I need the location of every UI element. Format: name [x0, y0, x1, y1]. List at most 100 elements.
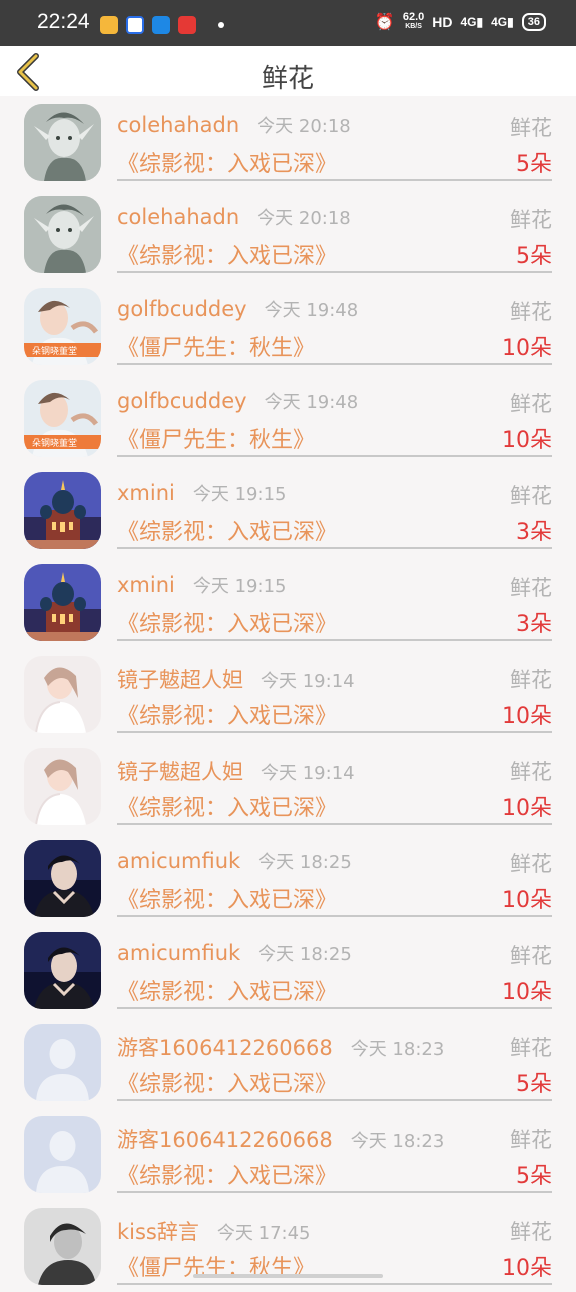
girl-avatar[interactable]	[24, 656, 101, 733]
gift-count: 10朵	[502, 888, 552, 913]
alarm-icon: ⏰	[374, 14, 395, 31]
gift-record-row[interactable]: amicumfiuk 今天 18:25 鲜花《综影视：入戏已深》 10朵	[0, 832, 576, 924]
user-name[interactable]: amicumfiuk	[117, 849, 240, 873]
work-title[interactable]: 《综影视：入戏已深》	[117, 974, 337, 1006]
net-speed-unit: KB/S	[405, 23, 422, 30]
gift-count: 5朵	[516, 244, 552, 269]
user-name[interactable]: 游客1606412260668	[117, 1036, 333, 1060]
photo-avatar-banner[interactable]: 朵钢晓董堂	[24, 288, 101, 365]
user-name[interactable]: amicumfiuk	[117, 941, 240, 965]
work-title[interactable]: 《综影视：入戏已深》	[117, 514, 337, 546]
user-name[interactable]: kiss辞言	[117, 1220, 199, 1244]
signal-icon-1: 4G▮	[460, 15, 484, 29]
user-line: amicumfiuk 今天 18:25	[117, 848, 352, 874]
gift-record-row[interactable]: xmini 今天 19:15 鲜花 《综影视：入戏已深》 3朵	[0, 464, 576, 556]
gift-record-row[interactable]: 游客1606412260668 今天 18:23 鲜花 《综影视：入戏已深》 5朵	[0, 1108, 576, 1200]
signal-icon-2: 4G▮	[491, 15, 514, 29]
signal-label-1: 4G	[460, 15, 477, 29]
user-name[interactable]: golfbcuddey	[117, 297, 247, 321]
user-name[interactable]: 镜子魃超人妲	[117, 668, 243, 692]
record-time: 今天 17:45	[216, 1223, 311, 1244]
user-line: kiss辞言 今天 17:45	[117, 1216, 311, 1246]
gift-count: 10朵	[502, 1256, 552, 1281]
work-title[interactable]: 《综影视：入戏已深》	[117, 1158, 337, 1190]
user-name[interactable]: 游客1606412260668	[117, 1128, 333, 1152]
home-indicator[interactable]	[193, 1274, 383, 1278]
dark-portrait-avatar[interactable]	[24, 932, 101, 1009]
gift-record-content: colehahadn 今天 20:18 鲜花 《综影视：入戏已深》 5朵	[117, 96, 552, 181]
gift-type: 鲜花	[510, 576, 552, 600]
work-title[interactable]: 《综影视：入戏已深》	[117, 882, 337, 914]
gift-record-row[interactable]: colehahadn 今天 20:18 鲜花 《综影视：入戏已深》 5朵	[0, 188, 576, 280]
gift-type: 鲜花	[510, 1128, 552, 1152]
user-line: golfbcuddey 今天 19:48	[117, 388, 358, 414]
battery-icon: 36	[521, 13, 546, 31]
elf-avatar[interactable]	[24, 196, 101, 273]
status-bar: 22:24 ⏰ 62.0 KB/S HD 4G▮ 4G▮ 36	[0, 0, 576, 46]
work-title[interactable]: 《综影视：入戏已深》	[117, 606, 337, 638]
cathedral-avatar[interactable]	[24, 472, 101, 549]
user-line: amicumfiuk 今天 18:25	[117, 940, 352, 966]
svg-text:朵钢晓董堂: 朵钢晓董堂	[32, 437, 77, 449]
user-line: colehahadn 今天 20:18	[117, 204, 351, 230]
user-name[interactable]: xmini	[117, 481, 175, 505]
user-line: xmini 今天 19:15	[117, 572, 286, 598]
gift-record-content: colehahadn 今天 20:18 鲜花 《综影视：入戏已深》 5朵	[117, 188, 552, 273]
gift-type: 鲜花	[510, 668, 552, 692]
gift-record-content: 游客1606412260668 今天 18:23 鲜花 《综影视：入戏已深》 5朵	[117, 1016, 552, 1101]
work-title[interactable]: 《综影视：入戏已深》	[117, 698, 337, 730]
work-title[interactable]: 《僵尸先生：秋生》	[117, 330, 315, 362]
gift-record-row[interactable]: 镜子魃超人妲 今天 19:14 鲜花《综影视：入戏已深》 10朵	[0, 740, 576, 832]
record-time: 今天 20:18	[257, 116, 351, 137]
bw-portrait-avatar[interactable]	[24, 1208, 101, 1285]
user-line: 游客1606412260668 今天 18:23	[117, 1124, 444, 1154]
gift-record-row[interactable]: xmini 今天 19:15 鲜花《综影视：入戏已深》 3朵	[0, 556, 576, 648]
work-title[interactable]: 《综影视：入戏已深》	[117, 790, 337, 822]
record-time: 今天 19:15	[192, 484, 287, 505]
gift-count: 5朵	[516, 1072, 552, 1097]
signal-label-2: 4G	[491, 15, 508, 29]
gift-count: 3朵	[516, 612, 552, 637]
cathedral-avatar[interactable]	[24, 564, 101, 641]
user-name[interactable]: colehahadn	[117, 205, 239, 229]
user-line: xmini 今天 19:15	[117, 480, 286, 506]
work-title[interactable]: 《综影视：入戏已深》	[117, 146, 337, 178]
user-name[interactable]: xmini	[117, 573, 175, 597]
svg-text:朵钢晓董堂: 朵钢晓董堂	[32, 345, 77, 357]
record-time: 今天 19:14	[261, 763, 355, 784]
gift-record-row[interactable]: 朵钢晓董堂 golfbcuddey 今天 19:48 鲜花 《僵尸先生：秋生》 10朵	[0, 280, 576, 372]
user-name[interactable]: 镜子魃超人妲	[117, 760, 243, 784]
gift-record-row[interactable]: colehahadn 今天 20:18 鲜花 《综影视：入戏已深》 5朵	[0, 96, 576, 188]
work-title[interactable]: 《综影视：入戏已深》	[117, 1066, 337, 1098]
default-user-avatar[interactable]	[24, 1024, 101, 1101]
gift-count: 10朵	[502, 704, 552, 729]
gift-record-content: xmini 今天 19:15 鲜花《综影视：入戏已深》 3朵	[117, 556, 552, 641]
gift-count: 10朵	[502, 980, 552, 1005]
user-name[interactable]: colehahadn	[117, 113, 239, 137]
work-title[interactable]: 《综影视：入戏已深》	[117, 238, 337, 270]
gift-record-content: amicumfiuk 今天 18:25 鲜花《综影视：入戏已深》 10朵	[117, 832, 552, 917]
gift-record-row[interactable]: 镜子魃超人妲 今天 19:14 鲜花 《综影视：入戏已深》 10朵	[0, 648, 576, 740]
gift-record-row[interactable]: kiss辞言 今天 17:45 鲜花 《僵尸先生：秋生》 10朵	[0, 1200, 576, 1292]
gift-count: 10朵	[502, 336, 552, 361]
default-user-avatar[interactable]	[24, 1116, 101, 1193]
gift-count: 10朵	[502, 796, 552, 821]
record-time: 今天 19:48	[264, 392, 359, 413]
user-name[interactable]: golfbcuddey	[117, 389, 247, 413]
gift-record-row[interactable]: 游客1606412260668 今天 18:23 鲜花 《综影视：入戏已深》 5朵	[0, 1016, 576, 1108]
gift-type: 鲜花	[510, 760, 552, 784]
photo-avatar-banner[interactable]: 朵钢晓董堂	[24, 380, 101, 457]
gift-record-row[interactable]: 朵钢晓董堂 golfbcuddey 今天 19:48 鲜花 《僵尸先生：秋生》 10朵	[0, 372, 576, 464]
gift-type: 鲜花	[510, 852, 552, 876]
gift-record-row[interactable]: amicumfiuk 今天 18:25 鲜花 《综影视：入戏已深》 10朵	[0, 924, 576, 1016]
record-time: 今天 18:25	[258, 944, 352, 965]
elf-avatar[interactable]	[24, 104, 101, 181]
work-title[interactable]: 《僵尸先生：秋生》	[117, 422, 315, 454]
gift-record-content: golfbcuddey 今天 19:48 鲜花 《僵尸先生：秋生》 10朵	[117, 372, 552, 457]
user-line: colehahadn 今天 20:18	[117, 112, 351, 138]
red-app-icon	[178, 16, 196, 34]
gift-list[interactable]: colehahadn 今天 20:18 鲜花 《综影视：入戏已深》 5朵 colehaha…	[0, 96, 576, 1292]
girl-avatar[interactable]	[24, 748, 101, 825]
gift-record-content: kiss辞言 今天 17:45 鲜花 《僵尸先生：秋生》 10朵	[117, 1200, 552, 1285]
dark-portrait-avatar[interactable]	[24, 840, 101, 917]
